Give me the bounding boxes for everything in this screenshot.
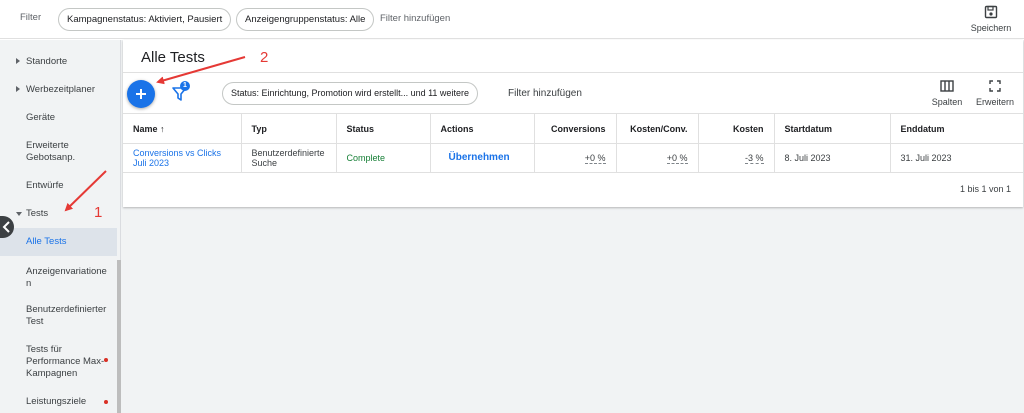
add-filter-link[interactable]: Filter hinzufügen <box>508 88 582 99</box>
columns-button[interactable]: Spalten <box>925 80 969 107</box>
chevron-right-icon <box>16 58 20 64</box>
sidebar-item-label: Werbezeitplaner <box>26 84 96 95</box>
col-header-cost-per-conv[interactable]: Kosten/Conv. <box>616 113 699 144</box>
sidebar-item-label: Alle Tests <box>26 236 67 247</box>
sidebar-item-label: Leistungsziele <box>26 396 87 407</box>
sidebar-item-label: Benutzerdefinierter Test <box>26 304 107 327</box>
status-filter-chip[interactable]: Status: Einrichtung, Promotion wird erst… <box>222 82 478 105</box>
chevron-left-icon <box>2 221 10 233</box>
main-content: Alle Tests 1 Status: Einrichtung, Promot… <box>121 40 1024 413</box>
col-header-status[interactable]: Status <box>336 113 431 144</box>
expand-label: Erweitern <box>975 97 1014 107</box>
test-type: Benutzerdefinierte Suche <box>241 143 337 173</box>
sidebar-item-label: Erweiterte Gebotsanp. <box>26 140 76 163</box>
start-date: 8. Juli 2023 <box>774 143 891 173</box>
col-header-end-date[interactable]: Enddatum <box>890 114 1023 144</box>
test-name-link[interactable]: Conversions vs Clicks Juli 2023 <box>123 143 242 173</box>
adgroup-status-chip[interactable]: Anzeigengruppenstatus: Alle <box>236 8 375 31</box>
notification-dot <box>104 400 108 404</box>
chevron-down-icon <box>16 212 22 216</box>
add-filter-link[interactable]: Filter hinzufügen <box>380 13 450 24</box>
cost-value[interactable]: -3 % <box>744 153 764 164</box>
end-date: 31. Juli 2023 <box>900 153 952 163</box>
save-label: Speichern <box>970 23 1012 33</box>
fullscreen-icon <box>989 80 1001 92</box>
col-header-start-date[interactable]: Startdatum <box>774 113 891 144</box>
annotation-label-2: 2 <box>260 49 269 66</box>
filter-label: Filter <box>20 12 42 23</box>
sidebar-item-label: Tests für Performance Max-Kampagnen <box>26 344 105 379</box>
campaign-status-chip[interactable]: Kampagnenstatus: Aktiviert, Pausiert <box>58 8 232 31</box>
pagination-text: 1 bis 1 von 1 <box>959 184 1011 194</box>
tests-card: Alle Tests 1 Status: Einrichtung, Promot… <box>123 40 1023 207</box>
chevron-right-icon <box>16 86 20 92</box>
table-header-row: Name ↑ Typ Status Actions Conversions Ko… <box>123 113 1023 144</box>
filter-count-badge: 1 <box>180 81 190 91</box>
sidebar-item-label: Standorte <box>26 56 68 67</box>
sidebar-item-alle-tests[interactable]: Alle Tests <box>0 228 117 256</box>
notification-dot <box>104 358 108 362</box>
test-status: Complete <box>336 143 431 173</box>
sidebar-nav: Standorte Werbezeitplaner Geräte Erweite… <box>0 40 121 413</box>
plus-icon <box>136 89 146 99</box>
annotation-label-1: 1 <box>94 204 103 221</box>
cost-per-conv-cell: +0 % <box>616 143 699 173</box>
conversions-value[interactable]: +0 % <box>584 153 606 164</box>
columns-label: Spalten <box>931 97 963 107</box>
col-header-type[interactable]: Typ <box>241 113 337 144</box>
save-icon <box>984 5 998 19</box>
col-header-actions[interactable]: Actions <box>430 113 535 144</box>
page-title: Alle Tests <box>141 49 205 66</box>
table-row: Conversions vs Clicks Juli 2023 Benutzer… <box>123 143 1023 173</box>
divider <box>123 72 1023 73</box>
save-button[interactable]: Speichern <box>965 4 1017 36</box>
arrow-up-icon: ↑ <box>160 123 165 134</box>
sidebar-item-label: Entwürfe <box>26 180 64 191</box>
col-header-cost[interactable]: Kosten <box>698 113 775 144</box>
add-test-button[interactable] <box>127 80 155 108</box>
columns-icon <box>940 80 954 92</box>
cost-per-conv-value[interactable]: +0 % <box>666 153 688 164</box>
col-header-name[interactable]: Name ↑ <box>123 113 242 144</box>
tests-table: Name ↑ Typ Status Actions Conversions Ko… <box>123 113 1023 173</box>
filter-bar: Filter Kampagnenstatus: Aktiviert, Pausi… <box>0 0 1024 39</box>
cost-cell: -3 % <box>698 143 775 173</box>
sidebar-item-label: Geräte <box>26 112 56 123</box>
expand-button[interactable]: Erweitern <box>973 80 1017 107</box>
conversions-cell: +0 % <box>534 143 617 173</box>
sidebar-item-label: Anzeigenvariationen <box>26 266 107 289</box>
col-header-conversions[interactable]: Conversions <box>534 113 617 144</box>
apply-button[interactable]: Übernehmen <box>430 143 535 173</box>
